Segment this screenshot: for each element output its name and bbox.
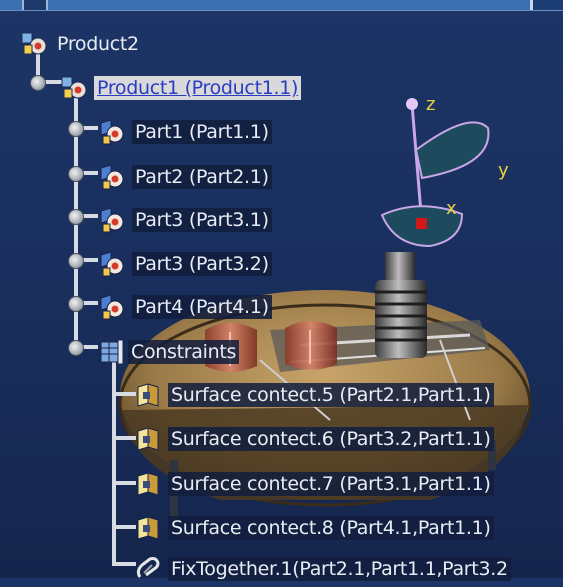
fix-together-icon	[134, 555, 162, 583]
tree-node-product2[interactable]: Product2	[20, 29, 142, 59]
tree-node-label: Product2	[57, 33, 139, 55]
tree-node-label: Part4 (Part4.1)	[132, 295, 272, 319]
tree-node-part2[interactable]: Part2 (Part2.1)	[98, 162, 272, 192]
tree-node-label: Part1 (Part1.1)	[132, 120, 272, 144]
tree-connector	[112, 481, 136, 485]
collapse-toggle-constraints[interactable]	[68, 340, 84, 356]
tree-node-fix-together-1[interactable]: FixTogether.1(Part2.1,Part1.1,Part3.2	[134, 554, 511, 584]
tree-node-surface-contact-8[interactable]: Surface contect.8 (Part4.1,Part1.1)	[134, 513, 494, 543]
tree-node-surface-contact-7[interactable]: Surface contect.7 (Part3.1,Part1.1)	[134, 469, 494, 499]
collapse-toggle-product1[interactable]	[30, 75, 46, 91]
tree-connector	[112, 392, 136, 396]
tree-node-label: Product1 (Product1.1)	[94, 76, 302, 100]
tree-connector	[112, 562, 136, 566]
tree-node-label: Surface contect.5 (Part2.1,Part1.1)	[168, 383, 494, 407]
tree-node-label: Surface contect.7 (Part3.1,Part1.1)	[168, 472, 494, 496]
expand-toggle-part2[interactable]	[68, 166, 84, 182]
expand-toggle-part1[interactable]	[68, 121, 84, 137]
product-icon	[20, 30, 48, 58]
tree-connector	[112, 436, 136, 440]
expand-toggle-part4[interactable]	[68, 296, 84, 312]
tree-node-part3-1[interactable]: Part3 (Part3.1)	[98, 205, 272, 235]
expand-toggle-part3-2[interactable]	[68, 253, 84, 269]
tree-node-label: Surface contect.6 (Part3.2,Part1.1)	[168, 427, 494, 451]
tree-node-label: Constraints	[128, 340, 240, 364]
tree-connector	[112, 525, 136, 529]
tree-node-part3-2[interactable]: Part3 (Part3.2)	[98, 249, 272, 279]
tree-node-part1[interactable]: Part1 (Part1.1)	[98, 117, 272, 147]
surface-contact-icon	[134, 381, 162, 409]
tree-node-label: Part3 (Part3.1)	[132, 208, 272, 232]
specification-tree[interactable]: Product2 Product1 (Product1.1) Part1 (Pa…	[0, 0, 563, 581]
tree-node-label: FixTogether.1(Part2.1,Part1.1,Part3.2	[168, 557, 511, 581]
part-icon	[98, 118, 126, 146]
surface-contact-icon	[134, 514, 162, 542]
part-icon	[98, 293, 126, 321]
expand-toggle-part3-1[interactable]	[68, 209, 84, 225]
constraints-icon	[98, 338, 126, 366]
product-icon	[60, 74, 88, 102]
tree-node-constraints[interactable]: Constraints	[98, 337, 240, 367]
tree-node-label: Part3 (Part3.2)	[132, 252, 272, 276]
tree-node-label: Part2 (Part2.1)	[132, 165, 272, 189]
surface-contact-icon	[134, 425, 162, 453]
tree-node-surface-contact-6[interactable]: Surface contect.6 (Part3.2,Part1.1)	[134, 424, 494, 454]
tree-node-surface-contact-5[interactable]: Surface contect.5 (Part2.1,Part1.1)	[134, 380, 494, 410]
tree-node-product1[interactable]: Product1 (Product1.1)	[60, 73, 302, 103]
part-icon	[98, 250, 126, 278]
part-icon	[98, 163, 126, 191]
tree-node-part4[interactable]: Part4 (Part4.1)	[98, 292, 272, 322]
tree-node-label: Surface contect.8 (Part4.1,Part1.1)	[168, 516, 494, 540]
surface-contact-icon	[134, 470, 162, 498]
part-icon	[98, 206, 126, 234]
